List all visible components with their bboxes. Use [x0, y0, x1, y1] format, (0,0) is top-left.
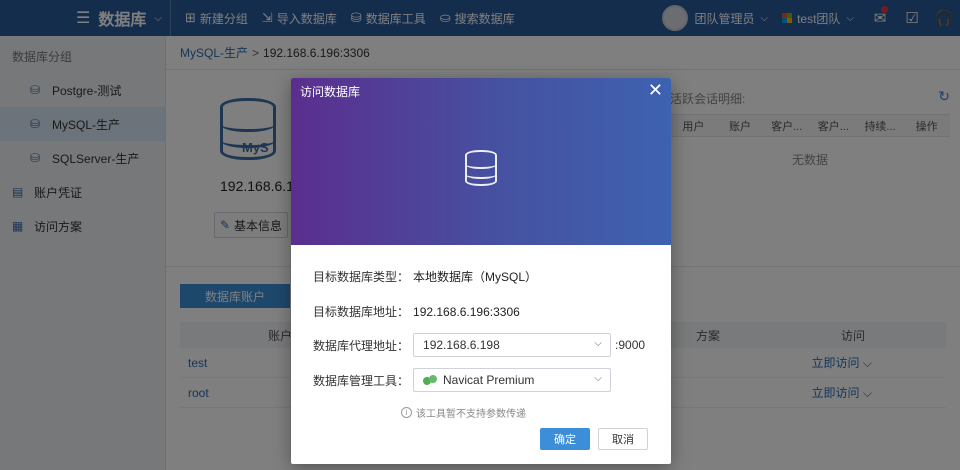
confirm-button[interactable]: 确定: [540, 428, 590, 450]
proxy-label: 数据库代理地址：: [313, 338, 410, 353]
target-addr-label: 目标数据库地址：: [313, 305, 410, 319]
target-type-row: 目标数据库类型： 本地数据库（MySQL）: [313, 268, 537, 285]
dialog-body: 目标数据库类型： 本地数据库（MySQL） 目标数据库地址： 192.168.6…: [291, 245, 671, 464]
access-db-dialog: 访问数据库 ✕ 目标数据库类型： 本地数据库（MySQL） 目标数据库地址： 1…: [291, 78, 671, 464]
proxy-port: :9000: [615, 338, 646, 352]
target-type-value: 本地数据库（MySQL）: [413, 270, 538, 284]
info-icon: i: [401, 407, 412, 418]
target-type-label: 目标数据库类型：: [313, 270, 410, 284]
cancel-button[interactable]: 取消: [598, 428, 648, 450]
chevron-down-icon: ⌵: [594, 338, 603, 349]
tool-hint: i 该工具暂不支持参数传递: [401, 405, 526, 420]
target-addr-row: 目标数据库地址： 192.168.6.196:3306: [313, 303, 520, 320]
tool-label: 数据库管理工具：: [313, 373, 410, 388]
target-addr-value: 192.168.6.196:3306: [413, 304, 520, 319]
dialog-header: 访问数据库 ✕: [291, 78, 671, 245]
tool-row: 数据库管理工具： Navicat Premium ⌵: [313, 368, 612, 392]
db-tool-select[interactable]: Navicat Premium ⌵: [413, 368, 612, 392]
db-tool-value: Navicat Premium: [443, 373, 535, 387]
chevron-down-icon: ⌵: [594, 373, 603, 384]
dialog-title: 访问数据库: [300, 85, 361, 99]
database-icon: [464, 150, 497, 186]
hint-text: 该工具暂不支持参数传递: [416, 409, 526, 420]
proxy-address-value: 192.168.6.198: [423, 338, 500, 352]
proxy-row: 数据库代理地址： 192.168.6.198 ⌵ :9000: [313, 333, 645, 357]
proxy-address-select[interactable]: 192.168.6.198 ⌵: [413, 333, 612, 357]
close-icon[interactable]: ✕: [648, 80, 663, 101]
navicat-icon: [423, 375, 438, 385]
